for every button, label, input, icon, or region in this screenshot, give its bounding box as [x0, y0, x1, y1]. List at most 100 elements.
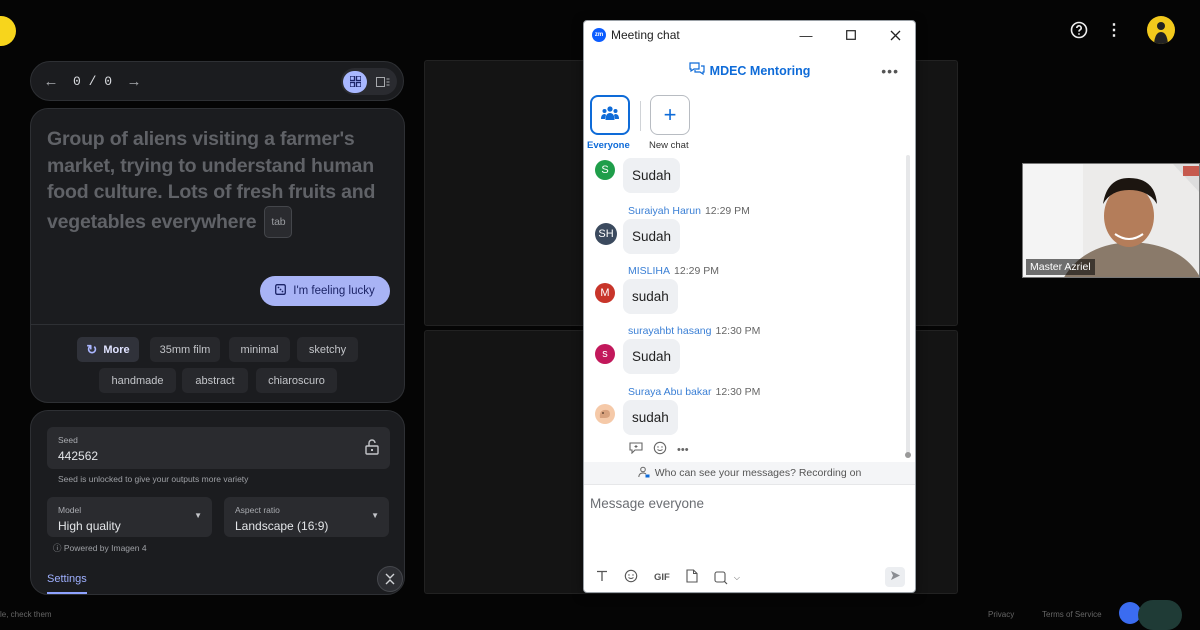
powered-by-note: ⓘ Powered by Imagen 4	[53, 542, 147, 554]
history-counter: 0 / 0	[73, 73, 113, 89]
scrollbar[interactable]	[906, 155, 910, 455]
more-actions-icon[interactable]: •••	[677, 444, 689, 456]
more-styles-label: More	[103, 343, 130, 356]
footer-text: le, check them	[0, 610, 52, 619]
message-list[interactable]: S Sudah Suraiyah Harun 12:29 PM SH Sudah …	[584, 155, 915, 460]
avatar: s	[595, 344, 615, 364]
window-titlebar[interactable]: zm Meeting chat —	[584, 21, 915, 49]
powered-by-text: Powered by Imagen 4	[63, 543, 147, 553]
send-button[interactable]	[885, 567, 905, 587]
dice-icon	[275, 284, 287, 298]
style-chip[interactable]: abstract	[182, 368, 248, 393]
compose-area: GIF ⌵	[584, 484, 915, 592]
compose-toolbar: GIF ⌵	[596, 569, 740, 586]
avatar: M	[595, 283, 615, 303]
screenshot-icon[interactable]: ⌵	[714, 570, 740, 585]
more-vert-icon[interactable]: ⋮	[1103, 19, 1125, 41]
message-time: 12:29 PM	[674, 265, 719, 277]
aspect-ratio-select[interactable]: Aspect ratio Landscape (16:9) ▼	[224, 497, 389, 537]
reply-icon[interactable]	[629, 442, 643, 457]
seed-value: 442562	[58, 449, 99, 463]
seed-label: Seed	[58, 435, 78, 445]
avatar[interactable]	[1147, 16, 1175, 44]
more-styles-button[interactable]: ↻ More	[77, 337, 139, 362]
text-format-icon[interactable]	[596, 570, 608, 585]
seed-field[interactable]: Seed 442562	[47, 427, 390, 469]
avatar: SH	[595, 223, 617, 245]
message-text[interactable]: sudah	[623, 400, 678, 435]
gif-icon[interactable]: GIF	[654, 572, 670, 583]
more-options-icon[interactable]: •••	[881, 63, 899, 79]
message-text[interactable]: Sudah	[623, 339, 681, 374]
privacy-link[interactable]: Privacy	[988, 610, 1014, 619]
plus-icon: +	[663, 102, 677, 127]
maximize-icon[interactable]	[829, 21, 873, 49]
arrow-right-icon[interactable]: →	[124, 73, 144, 90]
carousel-view-icon[interactable]	[371, 71, 395, 93]
meeting-chat-window: zm Meeting chat — MDEC Mentoring ••• Eve…	[583, 20, 916, 593]
visibility-text: Who can see your messages? Recording on	[654, 467, 862, 479]
chevron-down-icon[interactable]: ⌵	[734, 573, 740, 583]
window-title: Meeting chat	[611, 28, 680, 42]
send-icon	[890, 568, 901, 586]
arrow-left-icon[interactable]: ←	[41, 73, 61, 90]
view-toggle	[341, 68, 397, 95]
refresh-icon: ↻	[86, 341, 98, 357]
new-chat-label: New chat	[649, 140, 689, 151]
style-chip[interactable]: handmade	[99, 368, 176, 393]
prompt-input[interactable]: Group of aliens visiting a farmer's mark…	[47, 126, 392, 238]
message-sender: MISLIHA 12:29 PM	[628, 265, 719, 277]
sender-name: MISLIHA	[628, 265, 671, 277]
collapse-icon[interactable]	[377, 566, 403, 592]
style-chip[interactable]: minimal	[229, 337, 290, 362]
style-chip[interactable]: chiaroscuro	[256, 368, 337, 393]
divider	[31, 324, 404, 325]
visibility-note[interactable]: Who can see your messages? Recording on	[584, 462, 915, 484]
message-text[interactable]: sudah	[623, 279, 678, 314]
message-sender: surayahbt hasang 12:30 PM	[628, 325, 760, 337]
chat-bubbles-icon	[689, 61, 705, 81]
close-icon[interactable]	[873, 21, 915, 49]
everyone-tab-label: Everyone	[587, 140, 630, 151]
aspect-ratio-value: Landscape (16:9)	[235, 519, 329, 533]
message-input[interactable]	[590, 493, 900, 513]
prompt-card: Group of aliens visiting a farmer's mark…	[30, 108, 405, 403]
participant-video[interactable]: Master Azriel	[1022, 163, 1200, 278]
emoji-reaction-icon[interactable]	[653, 441, 667, 458]
minimize-icon[interactable]: —	[784, 21, 828, 49]
model-select[interactable]: Model High quality ▼	[47, 497, 212, 537]
model-value: High quality	[58, 519, 121, 533]
scrollbar-thumb[interactable]	[905, 452, 911, 458]
avatar	[595, 404, 615, 424]
settings-tab[interactable]: Settings	[47, 573, 87, 585]
help-circle-icon: ⓘ	[53, 543, 62, 553]
message-actions: •••	[629, 441, 689, 458]
style-chip[interactable]: 35mm film	[150, 337, 220, 362]
grid-view-icon[interactable]	[343, 70, 367, 93]
style-chip[interactable]: sketchy	[297, 337, 358, 362]
message-text[interactable]: Sudah	[623, 158, 681, 193]
message-text[interactable]: Sudah	[623, 219, 681, 254]
meeting-name[interactable]: MDEC Mentoring	[710, 64, 811, 78]
message-time: 12:30 PM	[715, 386, 761, 398]
feeling-lucky-button[interactable]: I'm feeling lucky	[260, 276, 390, 306]
seed-hint: Seed is unlocked to give your outputs mo…	[58, 474, 249, 484]
terms-link[interactable]: Terms of Service	[1042, 610, 1102, 619]
feeling-lucky-label: I'm feeling lucky	[293, 285, 375, 297]
everyone-tab[interactable]	[590, 95, 630, 135]
sender-name: surayahbt hasang	[628, 325, 712, 337]
message-sender: Suraya Abu bakar 12:30 PM	[628, 386, 760, 398]
fab-button[interactable]	[1138, 600, 1182, 630]
file-icon[interactable]	[686, 569, 698, 586]
people-icon	[601, 105, 619, 126]
chat-recipient-tabs: Everyone + New chat	[584, 95, 915, 153]
participant-name: Master Azriel	[1026, 259, 1095, 275]
unlock-icon[interactable]	[365, 439, 379, 460]
active-tab-indicator	[47, 592, 87, 594]
message-time: 12:30 PM	[715, 325, 761, 337]
help-icon[interactable]	[1068, 19, 1090, 41]
new-chat-button[interactable]: +	[650, 95, 690, 135]
emoji-icon[interactable]	[624, 569, 638, 586]
tab-hint-chip: tab	[264, 205, 293, 238]
aspect-ratio-label: Aspect ratio	[235, 505, 280, 515]
